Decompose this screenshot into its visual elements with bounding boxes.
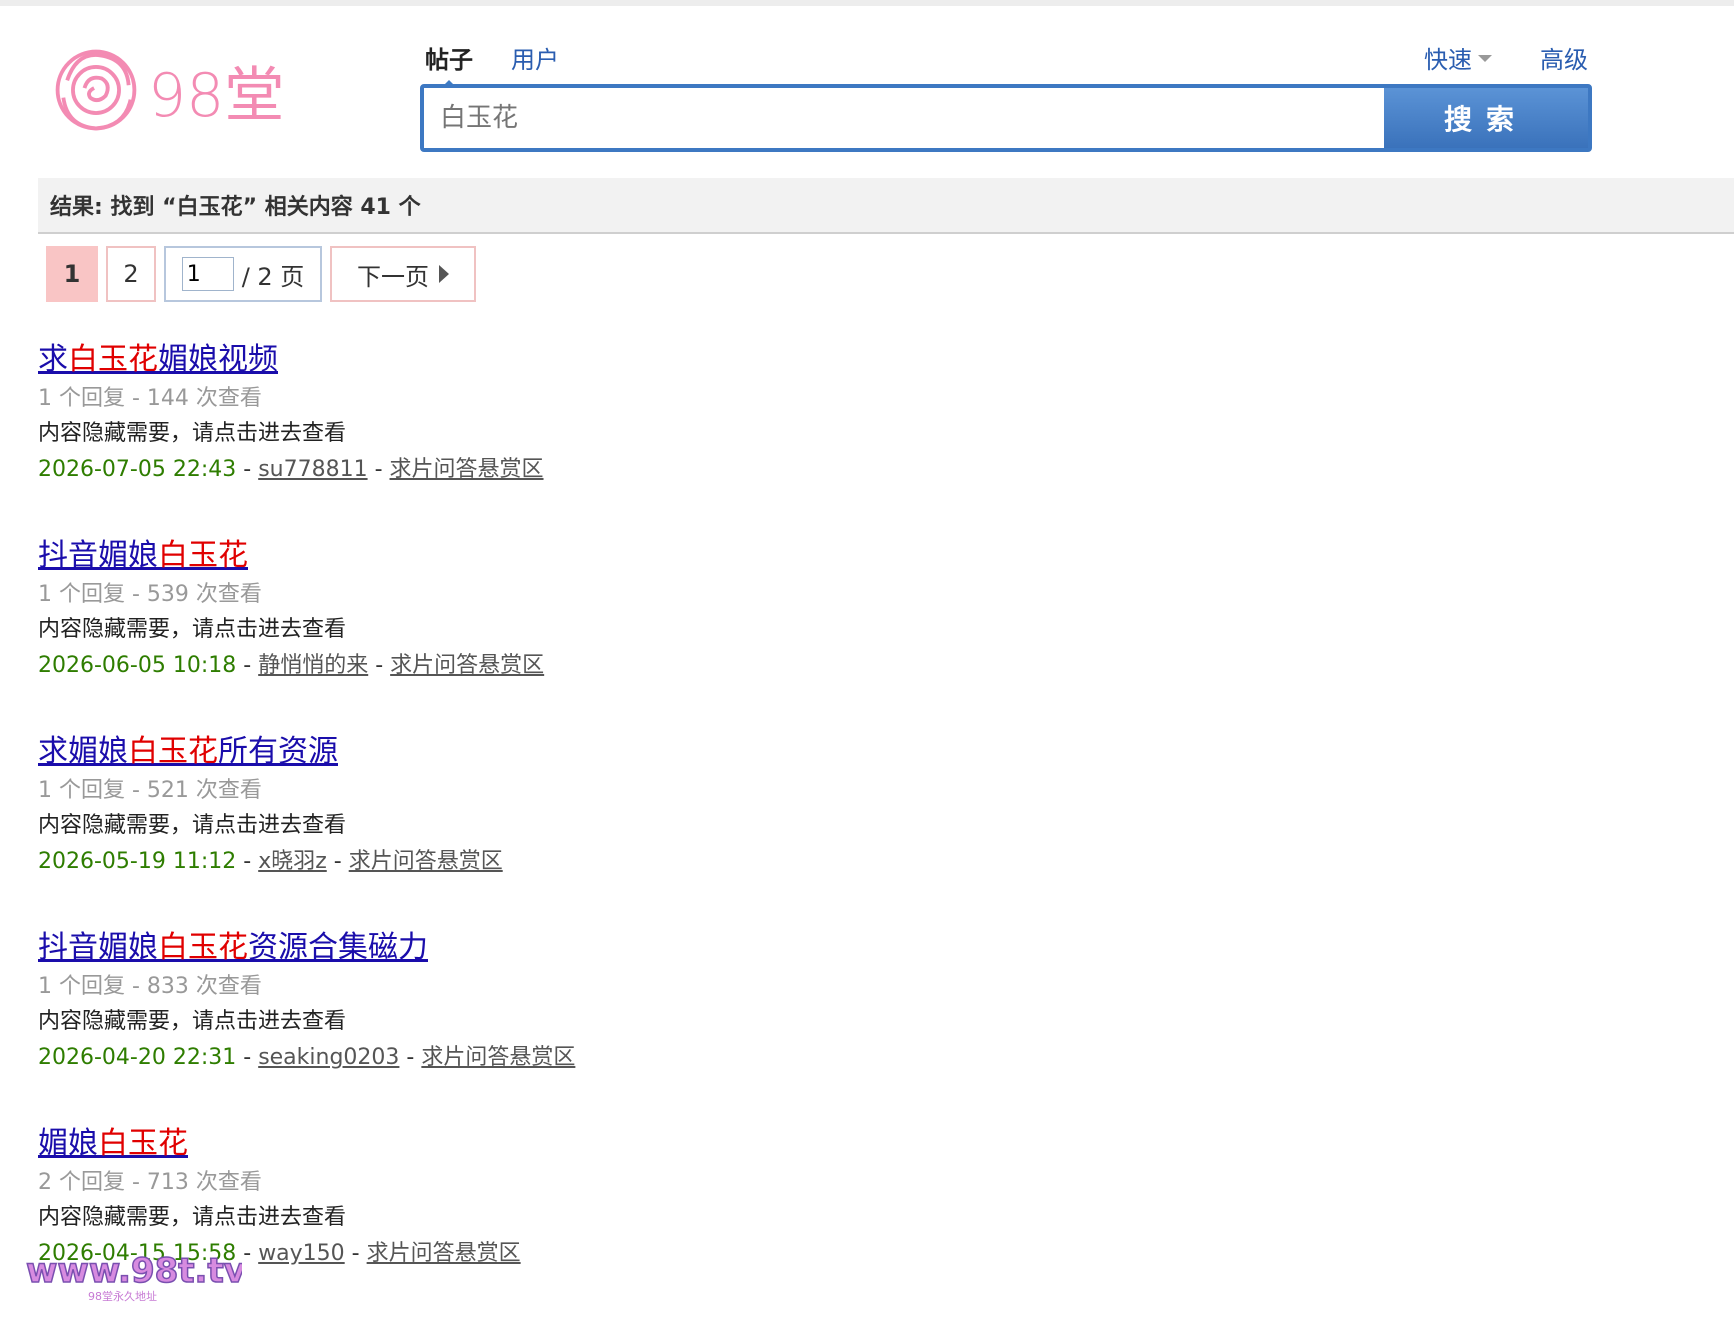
page-total: / 2 页	[241, 262, 305, 291]
result-info: 2026-06-05 10:18 - 静悄悄的来 - 求片问答悬赏区	[38, 653, 545, 678]
result-summary-bar: 结果: 找到 “白玉花” 相关内容 41 个	[38, 178, 1734, 234]
search-result-item: 抖音媚娘白玉花资源合集磁力 1 个回复 - 833 次查看内容隐藏需要，请点击进去…	[38, 928, 1638, 1124]
advanced-search-link[interactable]: 高级	[1540, 40, 1588, 75]
page-jump: / 2 页	[164, 246, 322, 302]
pagination: 1 2 / 2 页 下一页	[46, 246, 476, 302]
result-info: 2026-07-05 22:43 - su778811 - 求片问答悬赏区	[38, 457, 544, 482]
result-stats: 1 个回复 - 539 次查看	[38, 582, 262, 607]
next-page-label: 下一页	[357, 262, 429, 291]
result-author-link[interactable]: seaking0203	[258, 1045, 399, 1070]
search-type-tabs: 帖子 用户	[425, 40, 559, 76]
tab-posts[interactable]: 帖子	[425, 40, 473, 76]
title-highlight: 白玉花	[158, 930, 248, 965]
result-date: 2026-04-20 22:31	[38, 1045, 237, 1070]
watermark-logo: www.98t.tv 98堂永久地址	[25, 1250, 242, 1303]
result-description: 内容隐藏需要，请点击进去查看	[38, 1009, 347, 1034]
title-text: 抖音媚娘	[38, 930, 158, 965]
search-input[interactable]	[424, 88, 1384, 148]
result-forum-link[interactable]: 求片问答悬赏区	[390, 653, 544, 678]
top-border	[0, 0, 1734, 6]
result-info: 2026-04-15 15:58 - way150 - 求片问答悬赏区	[38, 1241, 521, 1266]
next-page-button[interactable]: 下一页	[330, 246, 476, 302]
title-text: 所有资源	[218, 734, 338, 769]
svg-text:98堂永久地址: 98堂永久地址	[88, 1289, 157, 1303]
result-title-link[interactable]: 媚娘白玉花	[38, 1124, 188, 1164]
result-description: 内容隐藏需要，请点击进去查看	[38, 813, 347, 838]
quick-label: 快速	[1424, 46, 1472, 74]
result-title-link[interactable]: 抖音媚娘白玉花	[38, 536, 248, 576]
title-text: 抖音媚娘	[38, 538, 158, 573]
result-description: 内容隐藏需要，请点击进去查看	[38, 1205, 347, 1230]
svg-text:www.98t.tv: www.98t.tv	[26, 1251, 242, 1291]
rose-logo-icon	[55, 49, 137, 131]
title-highlight: 白玉花	[158, 538, 248, 573]
result-author-link[interactable]: su778811	[258, 457, 367, 482]
result-description: 内容隐藏需要，请点击进去查看	[38, 421, 347, 446]
result-info: 2026-04-20 22:31 - seaking0203 - 求片问答悬赏区	[38, 1045, 576, 1070]
result-list: 求白玉花媚娘视频 1 个回复 - 144 次查看 内容隐藏需要，请点击进去查看 202…	[38, 340, 1638, 1320]
search-result-item: 求媚娘白玉花所有资源 1 个回复 - 521 次查看内容隐藏需要，请点击进去查看 2…	[38, 732, 1638, 928]
site-logo[interactable]: 98堂	[48, 40, 288, 140]
title-text: 求媚娘	[38, 734, 128, 769]
arrow-right-icon	[439, 265, 449, 283]
result-date: 2026-05-19 11:12	[38, 849, 237, 874]
search-box: 搜索	[420, 84, 1592, 152]
result-author-link[interactable]: 静悄悄的来	[258, 653, 368, 678]
title-text: 媚娘	[38, 1126, 98, 1161]
title-text: 媚娘视频	[158, 342, 278, 377]
result-forum-link[interactable]: 求片问答悬赏区	[367, 1241, 521, 1266]
chevron-down-icon	[1478, 55, 1492, 62]
result-author-link[interactable]: x晓羽z	[258, 849, 327, 874]
result-stats: 1 个回复 - 833 次查看	[38, 974, 262, 999]
page-jump-input[interactable]	[181, 257, 234, 291]
page-2-link[interactable]: 2	[106, 246, 156, 302]
title-text: 求	[38, 342, 68, 377]
tab-users[interactable]: 用户	[511, 40, 559, 76]
page-current: 1	[46, 246, 98, 302]
result-date: 2026-07-05 22:43	[38, 457, 237, 482]
logo-text: 98堂	[148, 60, 285, 131]
result-author-link[interactable]: way150	[258, 1241, 345, 1266]
title-highlight: 白玉花	[98, 1126, 188, 1161]
result-forum-link[interactable]: 求片问答悬赏区	[390, 457, 544, 482]
result-title-link[interactable]: 求白玉花媚娘视频	[38, 340, 278, 380]
title-highlight: 白玉花	[128, 734, 218, 769]
result-forum-link[interactable]: 求片问答悬赏区	[349, 849, 503, 874]
result-date: 2026-06-05 10:18	[38, 653, 237, 678]
quick-search-dropdown[interactable]: 快速	[1424, 40, 1492, 75]
result-description: 内容隐藏需要，请点击进去查看	[38, 617, 347, 642]
title-text: 资源合集磁力	[248, 930, 428, 965]
search-result-item: 求白玉花媚娘视频 1 个回复 - 144 次查看内容隐藏需要，请点击进去查看 202…	[38, 340, 1638, 536]
result-stats: 1 个回复 - 521 次查看	[38, 778, 262, 803]
result-title-link[interactable]: 求媚娘白玉花所有资源	[38, 732, 338, 772]
result-info: 2026-05-19 11:12 - x晓羽z - 求片问答悬赏区	[38, 849, 503, 874]
result-title-link[interactable]: 抖音媚娘白玉花资源合集磁力	[38, 928, 428, 968]
result-stats: 2 个回复 - 713 次查看	[38, 1170, 262, 1195]
result-summary: 结果: 找到 “白玉花” 相关内容 41 个	[50, 195, 421, 220]
search-result-item: 抖音媚娘白玉花 1 个回复 - 539 次查看内容隐藏需要，请点击进去查看 2026…	[38, 536, 1638, 732]
result-forum-link[interactable]: 求片问答悬赏区	[421, 1045, 575, 1070]
search-button[interactable]: 搜索	[1384, 88, 1588, 148]
title-highlight: 白玉花	[68, 342, 158, 377]
search-result-item: 媚娘白玉花 2 个回复 - 713 次查看内容隐藏需要，请点击进去查看 2026-0…	[38, 1124, 1638, 1320]
result-stats: 1 个回复 - 144 次查看	[38, 386, 262, 411]
